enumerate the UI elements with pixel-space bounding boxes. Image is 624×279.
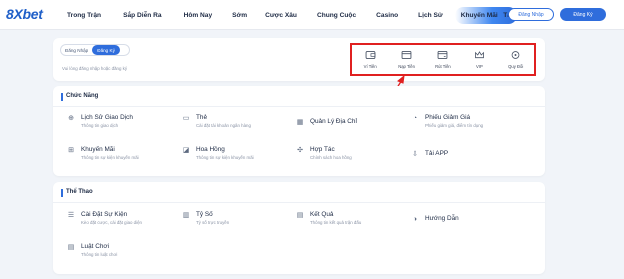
item-desc: Cài đặt tài khoản ngân hàng [196, 123, 251, 128]
item-title: Luật Chơi [81, 243, 109, 250]
result-icon: ▤ [296, 212, 304, 219]
register-button[interactable]: Đăng Ký [560, 8, 606, 21]
tab-register[interactable]: Đăng Ký [92, 45, 120, 55]
deposit-button[interactable]: Nạp Tiền [390, 50, 424, 69]
rules-icon: ▤ [67, 244, 75, 251]
item-desc: Chính sách hoa hồng [310, 155, 352, 160]
deposit-label: Nạp Tiền [398, 63, 415, 69]
item-desc: Phiếu giảm giá, điểm tín dụng [425, 123, 484, 128]
item-title: Lịch Sử Giao Dịch [81, 114, 133, 121]
gift-icon: ⊞ [68, 147, 74, 154]
item-desc: Thông tin giao dịch [81, 123, 119, 128]
menu-transaction-history[interactable]: ⊕ Lịch Sử Giao Dịch Thông tin giao dịch [67, 114, 133, 128]
withdraw-button[interactable]: Rút Tiền [426, 50, 460, 69]
section-divider [53, 202, 545, 203]
item-title: Tải APP [425, 150, 449, 157]
exchange-label: Quy Đổi [508, 63, 524, 69]
account-card: Đăng Nhập Đăng Ký Vui lòng đăng nhập hoặ… [53, 38, 545, 81]
menu-results[interactable]: ▤ Kết Quả Thông tin kết quả trận đấu [296, 211, 362, 225]
menu-coupon[interactable]: ◔ Phiếu Giảm Giá Phiếu giảm giá, điểm tín… [411, 114, 483, 128]
features-section: Chức Năng ⊕ Lịch Sử Giao Dịch Thông tin g… [53, 86, 545, 176]
crown-icon [474, 50, 484, 58]
guide-icon: ◑ [412, 216, 418, 223]
item-desc: Thông tin kết quả trận đấu [310, 220, 362, 225]
vip-button[interactable]: VIP [462, 50, 496, 69]
menu-partnership[interactable]: ✣ Hợp Tác Chính sách hoa hồng [296, 146, 352, 160]
item-desc: Thông tin sự kiện khuyến mãi [196, 155, 254, 160]
score-icon: ▥ [182, 212, 190, 219]
menu-rules[interactable]: ▤ Luật Chơi Thông tin luật chơi [67, 243, 118, 257]
item-title: Hợp Tác [310, 146, 335, 153]
nav-khuyen-mai-label: Khuyến Mãi [460, 11, 498, 19]
login-hint: Vui lòng đăng nhập hoặc đăng ký [62, 66, 128, 71]
nav-som[interactable]: Sớm [232, 12, 247, 19]
nav-sap-dien-ra[interactable]: Sắp Diễn Ra [123, 12, 161, 19]
item-title: Cài Đặt Sự Kiện [81, 211, 128, 218]
menu-promotions[interactable]: ⊞ Khuyến Mãi Thông tin sự kiện khuyến mãi [67, 146, 139, 160]
exchange-button[interactable]: Quy Đổi [499, 50, 533, 69]
menu-score[interactable]: ▥ Tỷ Số Tỷ số trực truyền [182, 211, 230, 225]
menu-commission[interactable]: ◪ Hoa Hồng Thông tin sự kiện khuyến mãi [182, 146, 254, 160]
auth-toggle: Đăng Nhập Đăng Ký [60, 44, 130, 56]
nav-hom-nay[interactable]: Hôm Nay [184, 12, 213, 19]
item-title: Kết Quả [310, 211, 334, 218]
tab-login[interactable]: Đăng Nhập [61, 45, 92, 55]
sports-title: Thể Thao [61, 189, 93, 197]
item-title: Khuyến Mãi [81, 146, 115, 153]
login-button[interactable]: Đăng Nhập [508, 8, 554, 21]
deposit-icon [401, 50, 412, 59]
sports-section: Thể Thao ☰ Cài Đặt Sự Kiện Kèo đặt cược, … [53, 182, 545, 274]
menu-card[interactable]: ▭ Thẻ Cài đặt tài khoản ngân hàng [182, 114, 251, 128]
settings-icon: ☰ [67, 212, 75, 219]
item-desc: Kèo đặt cược, cài đặt giao diện [81, 220, 142, 225]
wallet-icon [365, 50, 376, 59]
item-title: Tỷ Số [196, 211, 213, 218]
history-icon: ⊕ [68, 115, 74, 122]
item-title: Quản Lý Địa Chỉ [310, 118, 357, 125]
wallet-actions-highlight: Ví Tiền Nạp Tiền Rút Tiền VIP Quy Đổi [350, 43, 536, 76]
wallet-label: Ví Tiền [363, 63, 377, 69]
withdraw-label: Rút Tiền [435, 63, 451, 69]
item-desc: Thông tin sự kiện khuyến mãi [81, 155, 139, 160]
nav-casino[interactable]: Casino [376, 12, 398, 19]
nav-trong-tran[interactable]: Trong Trận [67, 12, 101, 19]
wallet-button[interactable]: Ví Tiền [353, 50, 387, 69]
item-title: Thẻ [196, 114, 208, 121]
nav-cuoc-xau[interactable]: Cược Xâu [265, 12, 297, 19]
withdraw-icon [438, 50, 448, 59]
item-title: Hoa Hồng [196, 146, 225, 153]
nav-lich-su[interactable]: Lịch Sử [418, 12, 443, 19]
partner-icon: ✣ [297, 147, 303, 154]
menu-event-settings[interactable]: ☰ Cài Đặt Sự Kiện Kèo đặt cược, cài đặt g… [67, 211, 142, 225]
exchange-icon [511, 50, 520, 59]
menu-download-app[interactable]: ⇩ Tải APP [411, 150, 448, 159]
coupon-icon: ◔ [412, 115, 418, 122]
section-divider [53, 106, 545, 107]
menu-address-management[interactable]: ▦ Quản Lý Địa Chỉ [296, 118, 357, 127]
features-title: Chức Năng [60, 93, 99, 101]
item-title: Hướng Dẫn [425, 215, 459, 222]
download-icon: ⇩ [412, 151, 418, 158]
item-desc: Thông tin luật chơi [81, 252, 118, 257]
vip-label: VIP [475, 63, 483, 69]
commission-icon: ◪ [182, 147, 190, 154]
address-icon: ▦ [296, 119, 304, 126]
item-title: Phiếu Giảm Giá [425, 114, 471, 121]
main-nav: Trong Trận Sắp Diễn Ra Hôm Nay Sớm Cược … [62, 0, 517, 30]
menu-guide[interactable]: ◑ Hướng Dẫn [411, 215, 459, 224]
brand-logo[interactable]: 8Xbet [6, 6, 43, 22]
top-navigation-bar: 8Xbet Trong Trận Sắp Diễn Ra Hôm Nay Sớm… [0, 0, 624, 30]
nav-chung-cuoc[interactable]: Chung Cuộc [317, 12, 356, 19]
item-desc: Tỷ số trực truyền [196, 220, 230, 225]
card-icon: ▭ [182, 115, 190, 122]
